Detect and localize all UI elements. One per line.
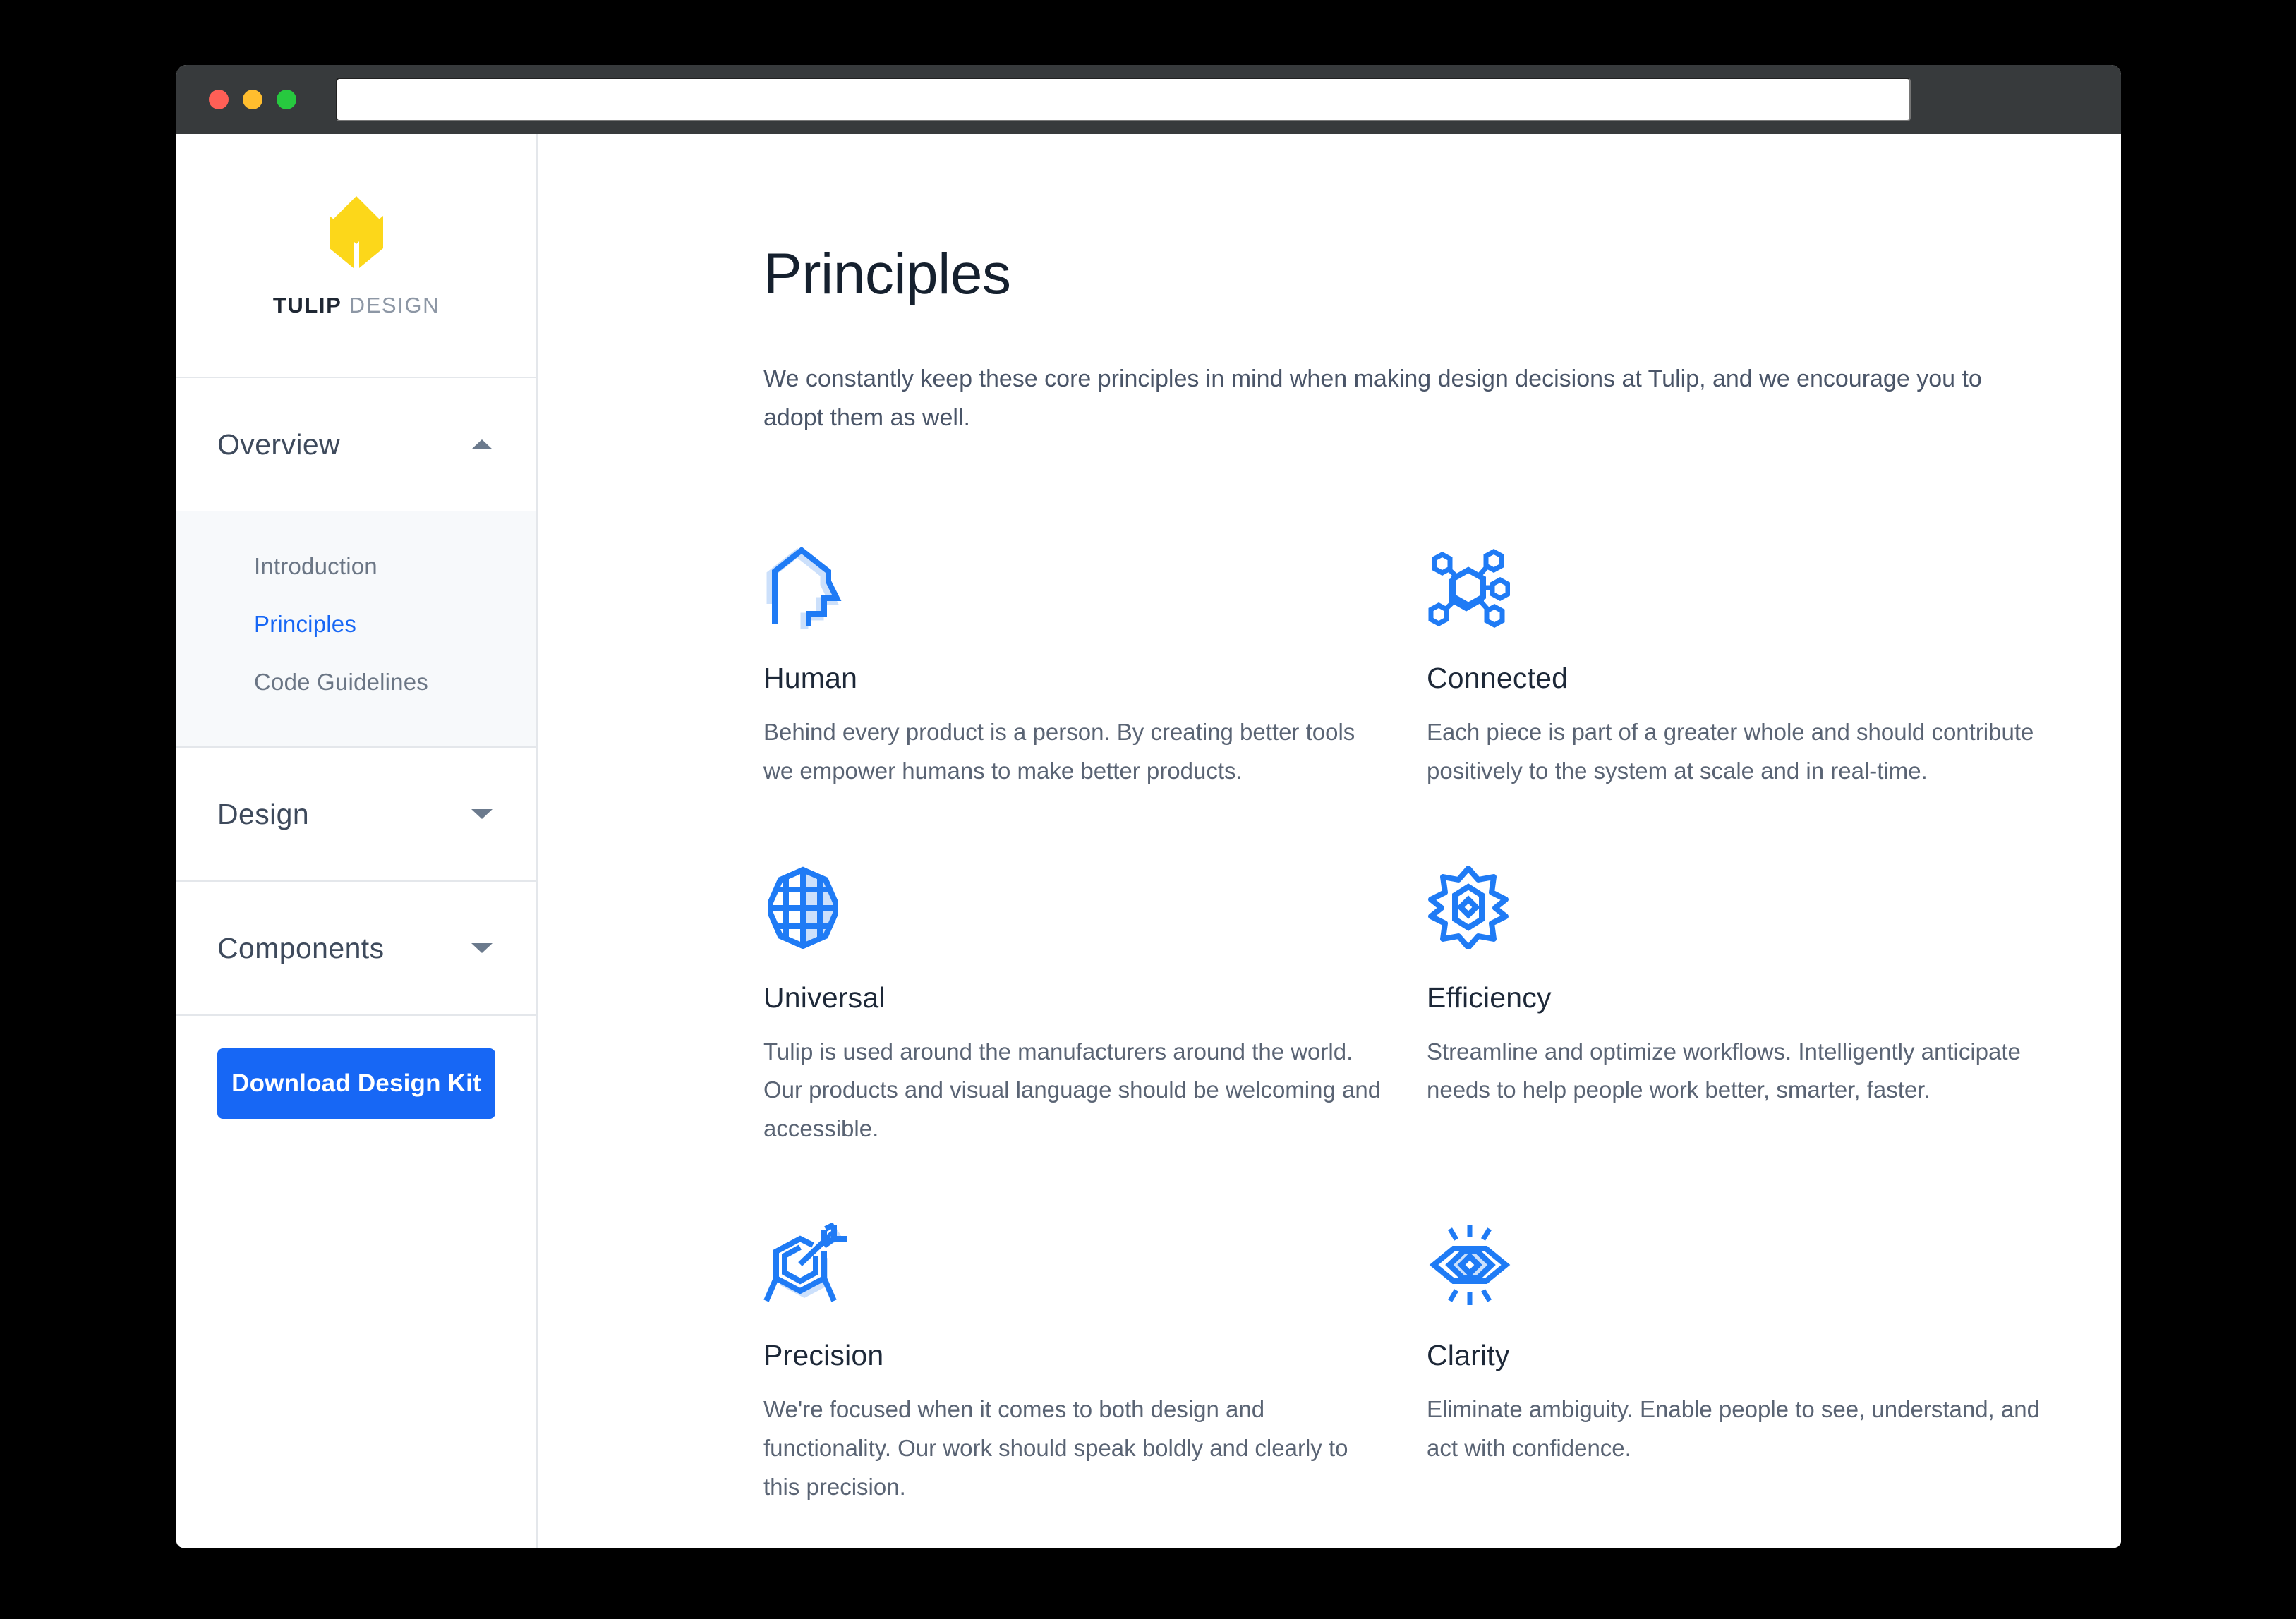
principle-description: We're focused when it comes to both desi… [763, 1395, 1348, 1500]
sidebar-section-label: Design [217, 797, 310, 830]
sidebar-item-principles[interactable]: Principles [176, 595, 536, 653]
close-window-icon[interactable] [209, 90, 229, 109]
sidebar: TULIP DESIGN Overview Introduction Princ… [176, 134, 538, 1548]
principle-description: Behind every product is a person. By cre… [763, 719, 1355, 784]
maximize-window-icon[interactable] [277, 90, 296, 109]
principle-description: Eliminate ambiguity. Enable people to se… [1427, 1395, 2040, 1461]
brand-wordmark: TULIP DESIGN [273, 293, 440, 318]
page-intro-text: We constantly keep these core principles… [763, 365, 1982, 432]
sidebar-subnav-overview: Introduction Principles Code Guidelines [176, 511, 536, 746]
app-body: TULIP DESIGN Overview Introduction Princ… [176, 134, 2121, 1548]
tulip-logo-icon [322, 193, 390, 274]
download-design-kit-button[interactable]: Download Design Kit [217, 1048, 495, 1119]
sidebar-item-code-guidelines[interactable]: Code Guidelines [176, 653, 536, 711]
principle-title: Efficiency [1427, 981, 1552, 1014]
brand-name-bold: TULIP [272, 292, 342, 317]
gear-icon [1427, 865, 2048, 950]
principle-card-precision: Precision We're focused when it comes to… [763, 1222, 1384, 1506]
globe-grid-icon [763, 866, 1384, 950]
sidebar-section-components: Components [176, 882, 536, 1016]
main-content: Principles We constantly keep these core… [538, 134, 2121, 1548]
url-input[interactable] [336, 78, 1911, 121]
chevron-down-icon[interactable] [471, 943, 493, 953]
principle-card-universal: Universal Tulip is used around the manuf… [763, 866, 1384, 1148]
browser-titlebar [176, 65, 2121, 134]
principle-description: Each piece is part of a greater whole an… [1427, 719, 2034, 784]
sidebar-section-label: Components [217, 931, 385, 964]
principles-grid: Human Behind every product is a person. … [763, 546, 2121, 1506]
principle-title: Universal [763, 981, 886, 1014]
sidebar-section-header-design[interactable]: Design [176, 748, 536, 880]
minimize-window-icon[interactable] [243, 90, 262, 109]
browser-window: TULIP DESIGN Overview Introduction Princ… [176, 65, 2121, 1548]
page-title: Principles [763, 242, 1011, 306]
principle-card-human: Human Behind every product is a person. … [763, 546, 1384, 791]
chevron-down-icon[interactable] [471, 809, 493, 819]
principle-card-efficiency: Efficiency Streamline and optimize workf… [1427, 865, 2048, 1148]
target-arrow-icon [763, 1222, 1384, 1306]
principle-description: Tulip is used around the manufacturers a… [763, 1038, 1382, 1142]
network-nodes-icon [1427, 546, 2048, 629]
principle-card-connected: Connected Each piece is part of a greate… [1427, 546, 2048, 791]
head-profile-icon [763, 546, 1384, 630]
principle-title: Connected [1427, 662, 1569, 695]
brand-name-light: DESIGN [342, 292, 440, 317]
sidebar-section-design: Design [176, 748, 536, 882]
screen: TULIP DESIGN Overview Introduction Princ… [0, 0, 2296, 1619]
principle-card-clarity: Clarity Eliminate ambiguity. Enable peop… [1427, 1223, 2048, 1506]
brand-logo[interactable]: TULIP DESIGN [176, 134, 536, 378]
sidebar-section-header-overview[interactable]: Overview [176, 378, 536, 511]
principle-title: Precision [763, 1338, 884, 1371]
principle-title: Clarity [1427, 1338, 1510, 1371]
sidebar-section-header-components[interactable]: Components [176, 882, 536, 1014]
download-kit-wrapper: Download Design Kit [176, 1016, 536, 1151]
eye-rays-icon [1427, 1223, 2048, 1306]
sidebar-section-label: Overview [217, 428, 341, 461]
principle-title: Human [763, 662, 858, 695]
principle-description: Streamline and optimize workflows. Intel… [1427, 1038, 2021, 1103]
sidebar-item-introduction[interactable]: Introduction [176, 538, 536, 595]
sidebar-section-overview: Overview Introduction Principles Code Gu… [176, 378, 536, 748]
chevron-up-icon[interactable] [471, 439, 493, 449]
traffic-light-buttons [209, 90, 296, 109]
